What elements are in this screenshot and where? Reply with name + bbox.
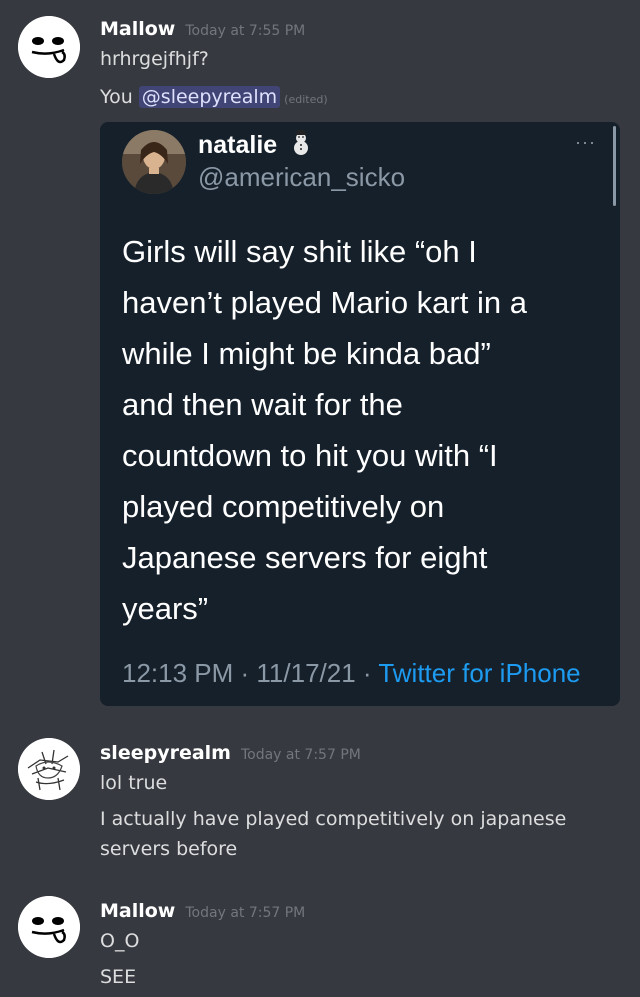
tweet-source: Twitter for iPhone xyxy=(378,658,581,688)
tweet-meta: 12:13 PM · 11/17/21 · Twitter for iPhone xyxy=(122,658,581,689)
tweet-author-name: natalie xyxy=(198,130,310,163)
scrollbar xyxy=(613,126,616,206)
tweet-body: Girls will say shit like “oh I haven’t p… xyxy=(122,226,602,634)
snowman-icon xyxy=(292,130,310,163)
timestamp: Today at 7:55 PM xyxy=(185,23,306,39)
message-text: O_O xyxy=(100,930,140,952)
troll-face-icon xyxy=(18,896,80,958)
tweet-author-handle: @american_sicko xyxy=(198,162,406,192)
tweet-body-line: while I might be kinda bad” xyxy=(122,336,491,371)
sketch-avatar-icon xyxy=(18,738,80,800)
tweet-body-line: Japanese servers for eight xyxy=(122,540,488,575)
message-text: servers before xyxy=(100,838,238,860)
tweet-timestamp: 12:13 PM · 11/17/21 · xyxy=(122,658,379,688)
message-text-mention-line: You @sleepyrealm (edited) xyxy=(100,86,328,108)
tweet-body-line: played competitively on xyxy=(122,489,445,524)
timestamp: Today at 7:57 PM xyxy=(185,905,306,921)
username[interactable]: sleepyrealm xyxy=(100,742,231,764)
username[interactable]: Mallow xyxy=(100,18,175,40)
tweet-screenshot-attachment[interactable]: natalie @american_sicko ··· Girls will s… xyxy=(100,122,620,706)
more-options-icon: ··· xyxy=(575,132,596,152)
tweet-body-line: years” xyxy=(122,591,209,626)
tweet-body-line: and then wait for the xyxy=(122,387,403,422)
tweet-body-line: countdown to hit you with “I xyxy=(122,438,498,473)
avatar[interactable] xyxy=(18,896,80,958)
message-text: lol true xyxy=(100,772,168,794)
message-text: I actually have played competitively on … xyxy=(100,808,567,830)
avatar[interactable] xyxy=(18,738,80,800)
edited-label: (edited) xyxy=(284,93,328,106)
tweet-body-line: haven’t played Mario kart in a xyxy=(122,285,527,320)
tweet-avatar xyxy=(122,130,186,194)
tweet-body-line: Girls will say shit like “oh I xyxy=(122,234,477,269)
message-header: Mallow Today at 7:55 PM xyxy=(100,18,305,40)
avatar[interactable] xyxy=(18,16,80,78)
message-header: sleepyrealm Today at 7:57 PM xyxy=(100,742,361,764)
message-text: SEE xyxy=(100,966,137,988)
mention-sleepyrealm[interactable]: @sleepyrealm xyxy=(138,86,281,108)
troll-face-icon xyxy=(18,16,80,78)
message-text: hrhrgejfhjf? xyxy=(100,48,209,70)
message-text: You xyxy=(100,86,133,108)
username[interactable]: Mallow xyxy=(100,900,175,922)
message-header: Mallow Today at 7:57 PM xyxy=(100,900,305,922)
timestamp: Today at 7:57 PM xyxy=(240,747,361,763)
tweet-author-name-text: natalie xyxy=(198,131,278,160)
